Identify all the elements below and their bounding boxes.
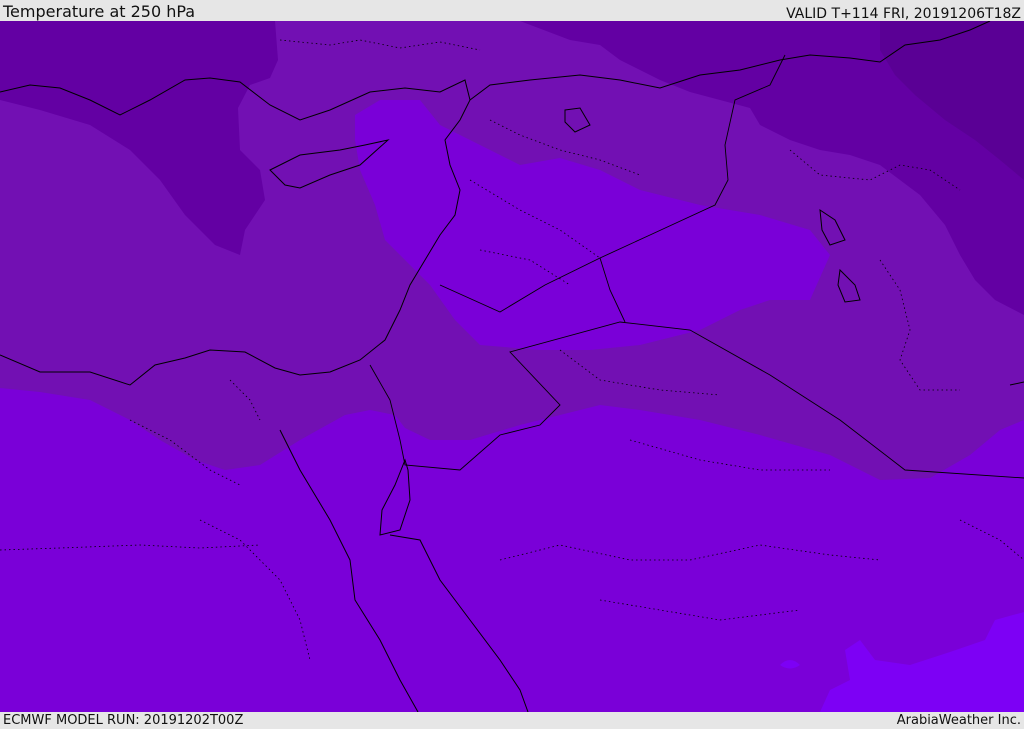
map-title: Temperature at 250 hPa bbox=[3, 2, 196, 21]
footer-bar: ECMWF MODEL RUN: 20191202T00Z ArabiaWeat… bbox=[0, 712, 1024, 729]
valid-time: VALID T+114 FRI, 20191206T18Z bbox=[786, 6, 1021, 22]
header-bar: Temperature at 250 hPa VALID T+114 FRI, … bbox=[0, 0, 1024, 21]
credit: ArabiaWeather Inc. bbox=[896, 713, 1021, 728]
map-canvas bbox=[0, 21, 1024, 712]
model-run: ECMWF MODEL RUN: 20191202T00Z bbox=[3, 713, 244, 728]
temperature-map[interactable] bbox=[0, 21, 1024, 712]
